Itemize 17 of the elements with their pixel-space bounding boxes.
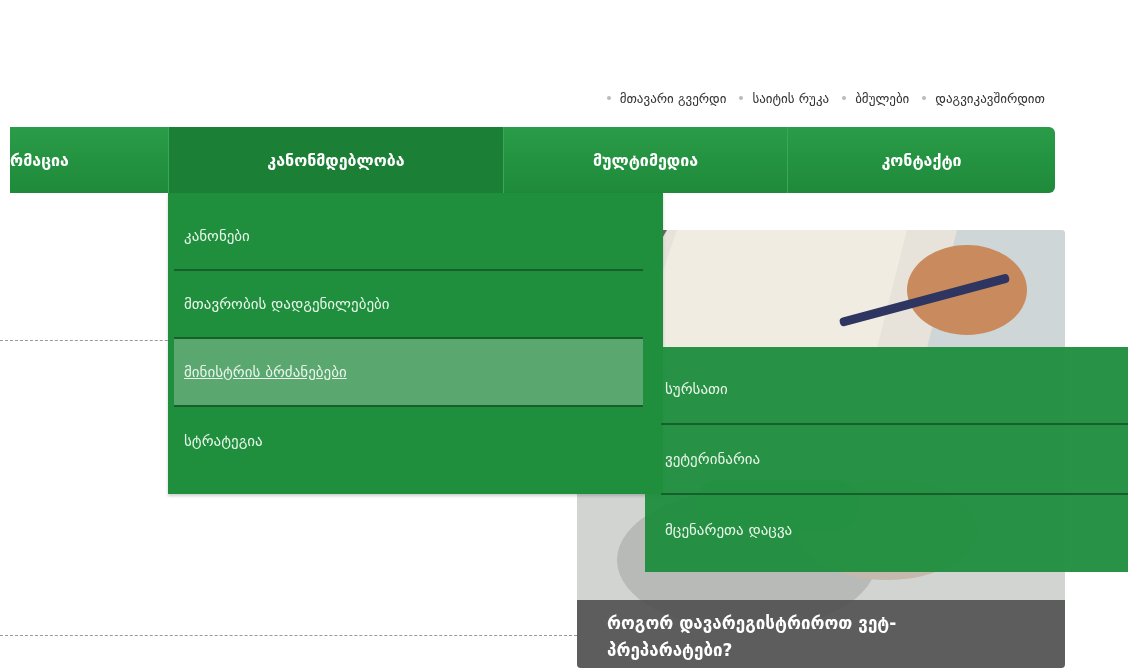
top-link[interactable]: საიტის რუკა: [752, 90, 830, 106]
bullet-icon: [922, 96, 927, 100]
bullet-icon: [606, 96, 611, 100]
submenu-item[interactable]: სურსათი: [661, 355, 1128, 425]
bullet-icon: [842, 96, 847, 100]
top-link[interactable]: ბმულები: [855, 90, 910, 106]
top-link[interactable]: დაგვიკავშირდით: [935, 90, 1045, 106]
top-link[interactable]: მთავარი გვერდი: [619, 90, 727, 106]
feature-caption[interactable]: როგორ დავარეგისტრიროთ ვეტ-პრეპარატები?: [577, 600, 1065, 668]
nav-tab[interactable]: კანონმდებლობა: [169, 127, 504, 193]
dropdown-item[interactable]: სტრატეგია: [174, 407, 643, 475]
bullet-icon: [739, 96, 744, 100]
dropdown-item[interactable]: კანონები: [174, 203, 643, 271]
submenu-item[interactable]: ვეტერინარია: [661, 425, 1128, 495]
dropdown-item[interactable]: მინისტრის ბრძანებები: [174, 339, 643, 407]
submenu-item[interactable]: მცენარეთა დაცვა: [661, 495, 1128, 565]
nav-tab[interactable]: კონტაქტი: [788, 127, 1055, 193]
